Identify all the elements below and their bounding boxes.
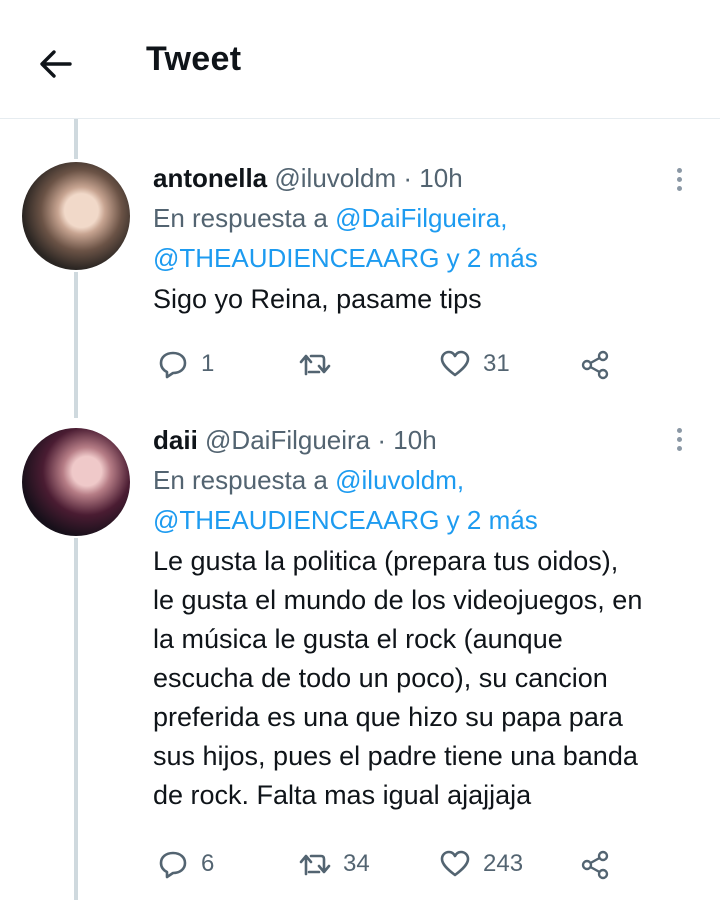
share-button[interactable]	[579, 344, 611, 384]
tweet-text-line: le gusta el mundo de los videojuegos, en	[153, 585, 643, 615]
like-button[interactable]: 31	[439, 344, 510, 384]
more-vertical-icon	[669, 168, 689, 191]
back-arrow-icon	[40, 50, 72, 78]
reply-icon	[159, 851, 187, 879]
more-options-button[interactable]	[669, 424, 689, 458]
tweet-text-line: Le gusta la politica (prepara tus oidos)…	[153, 546, 619, 576]
thread-line	[74, 538, 78, 900]
retweet-button[interactable]	[299, 344, 343, 384]
tweet-actions: 1 31	[153, 344, 643, 384]
tweet: antonella @iluvoldm · 10h En respuesta a…	[153, 160, 698, 319]
display-name[interactable]: antonella	[153, 163, 267, 193]
reply-context: En respuesta a @iluvoldm, @THEAUDIENCEAA…	[153, 460, 698, 540]
handle[interactable]: @DaiFilgueira	[205, 425, 370, 455]
like-count: 31	[483, 350, 510, 377]
tweet-text-line: escucha de todo un poco), su cancion	[153, 663, 608, 693]
avatar[interactable]	[22, 428, 130, 536]
more-options-button[interactable]	[669, 164, 689, 198]
retweet-button[interactable]: 34	[299, 844, 370, 884]
tweet-text-line: la música le gusta el rock (aunque	[153, 624, 563, 654]
more-vertical-icon	[669, 428, 689, 451]
reply-context: En respuesta a @DaiFilgueira, @THEAUDIEN…	[153, 198, 698, 278]
reply-count: 6	[201, 850, 215, 877]
tweet-text-line: preferida es una que hizo su papa para	[153, 702, 623, 732]
thread-line	[74, 272, 78, 418]
tweet-text: Sigo yo Reina, pasame tips	[153, 284, 482, 314]
page-title: Tweet	[146, 40, 242, 78]
reply-button[interactable]: 1	[157, 344, 214, 384]
tweet-text: Le gusta la politica (prepara tus oidos)…	[153, 542, 698, 815]
tweet-text-line: de rock. Falta mas igual ajajjaja	[153, 780, 532, 810]
like-count: 243	[483, 850, 524, 877]
tweet: daii @DaiFilgueira · 10h En respuesta a …	[153, 422, 698, 815]
reply-prefix: En respuesta a	[153, 465, 328, 495]
timestamp[interactable]: 10h	[419, 163, 462, 193]
back-button[interactable]	[36, 44, 76, 84]
like-icon	[440, 350, 470, 377]
header-bar: Tweet	[0, 0, 720, 119]
share-button[interactable]	[579, 844, 611, 884]
retweet-icon	[299, 354, 331, 376]
mention-link[interactable]: @DaiFilgueira,	[335, 203, 507, 233]
mention-link[interactable]: @iluvoldm,	[335, 465, 464, 495]
thread-line	[74, 119, 78, 159]
separator: ·	[377, 425, 387, 455]
like-button[interactable]: 243	[439, 844, 523, 884]
timestamp[interactable]: 10h	[393, 425, 436, 455]
more-mentions-link[interactable]: y 2 más	[447, 505, 538, 535]
tweet-text-line: sus hijos, pues el padre tiene una banda	[153, 741, 638, 771]
mention-link[interactable]: @THEAUDIENCEAARG	[153, 243, 439, 273]
mention-link[interactable]: @THEAUDIENCEAARG	[153, 505, 439, 535]
retweet-icon	[299, 854, 331, 876]
more-mentions-link[interactable]: y 2 más	[447, 243, 538, 273]
display-name[interactable]: daii	[153, 425, 198, 455]
retweet-count: 34	[343, 850, 370, 877]
share-icon	[581, 350, 609, 380]
tweet-actions: 6 34 243	[153, 844, 643, 884]
reply-button[interactable]: 6	[157, 844, 214, 884]
share-icon	[581, 850, 609, 880]
separator: ·	[403, 163, 413, 193]
like-icon	[440, 850, 470, 877]
reply-count: 1	[201, 350, 215, 377]
handle[interactable]: @iluvoldm	[274, 163, 396, 193]
tweet-header: daii @DaiFilgueira · 10h	[153, 422, 698, 458]
reply-icon	[159, 351, 187, 379]
avatar[interactable]	[22, 162, 130, 270]
tweet-header: antonella @iluvoldm · 10h	[153, 160, 698, 196]
reply-prefix: En respuesta a	[153, 203, 328, 233]
